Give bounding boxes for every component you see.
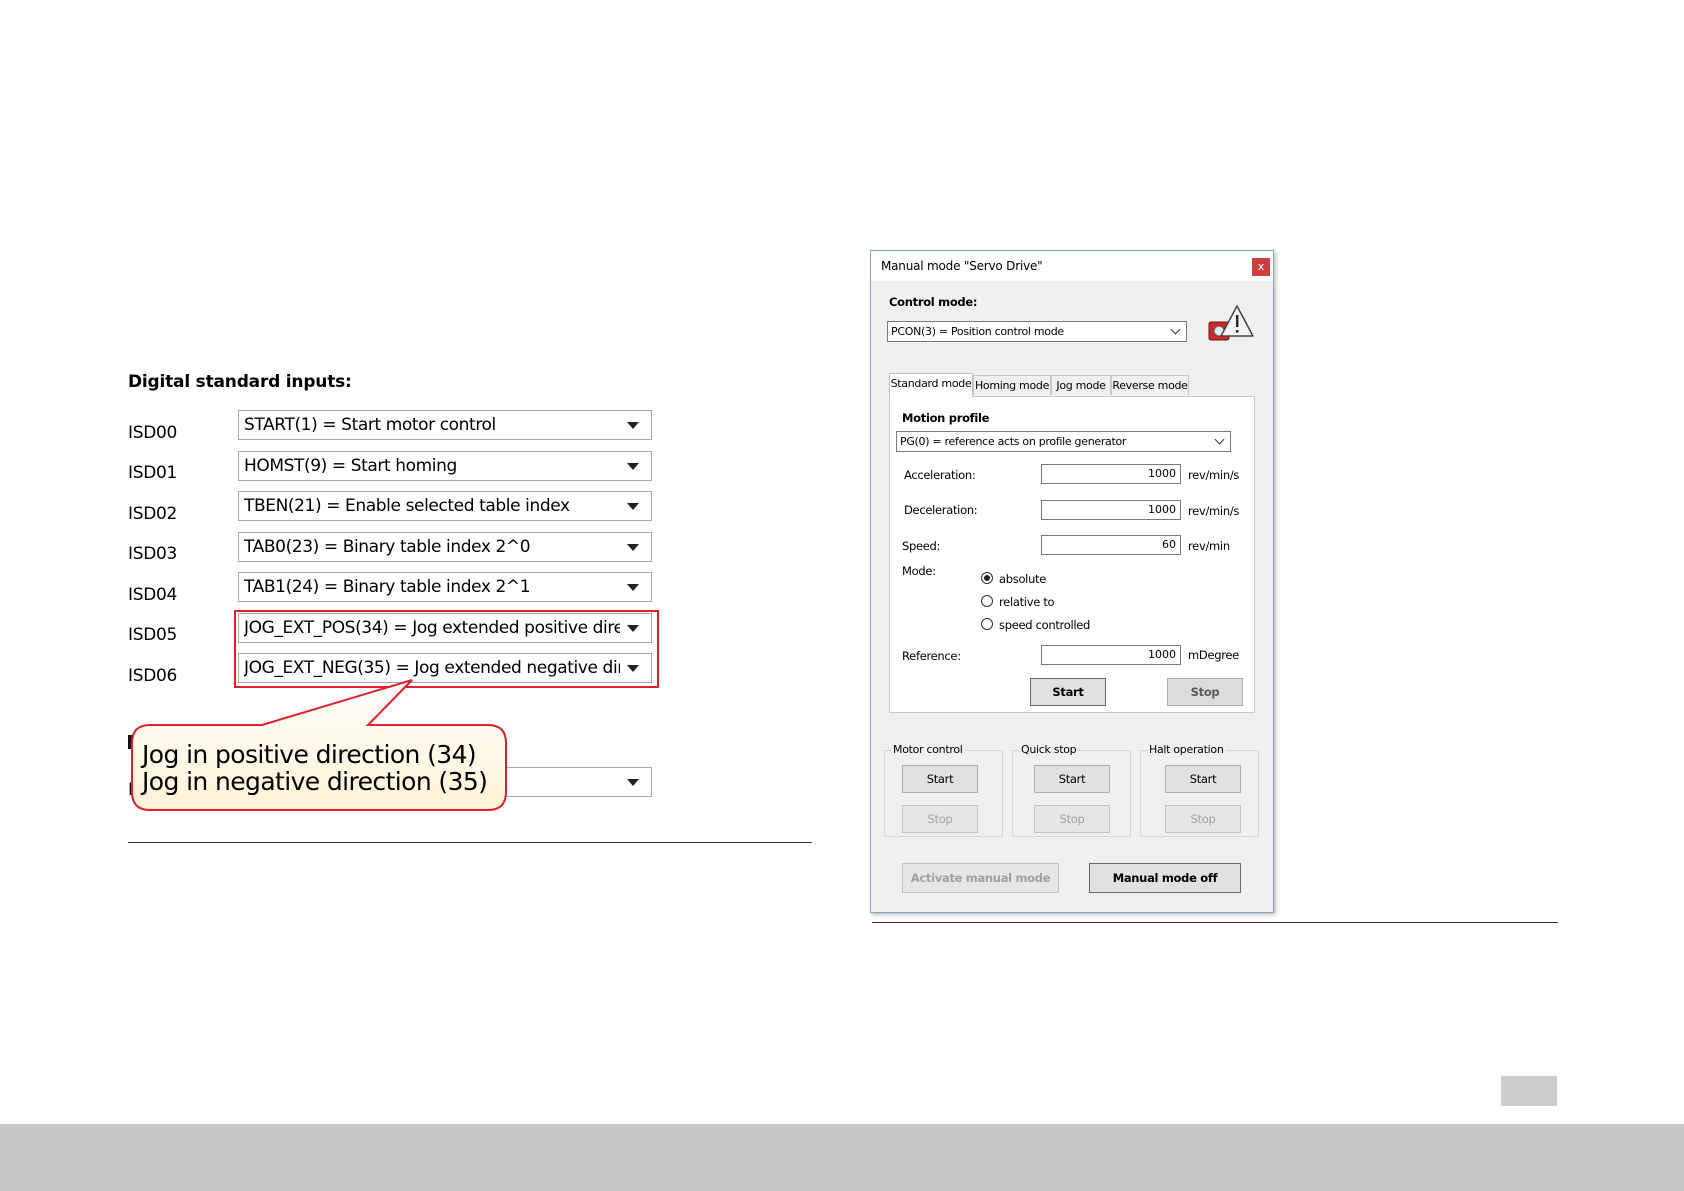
quick-stop-start-button[interactable]: Start [1034, 765, 1110, 793]
tab-reverse-mode[interactable]: Reverse mode [1111, 375, 1189, 395]
input-label-isd04: ISD04 [128, 585, 178, 605]
chevron-down-icon[interactable] [1170, 324, 1181, 335]
control-mode-label: Control mode: [889, 295, 978, 309]
halt-operation-stop-button[interactable]: Stop [1165, 805, 1241, 833]
control-mode-value: PCON(3) = Position control mode [891, 325, 1064, 338]
dropdown-arrow-icon[interactable] [627, 584, 639, 591]
input-label-isd02: ISD02 [128, 504, 178, 524]
radio-speed-controlled-label: speed controlled [999, 618, 1091, 632]
halt-operation-group: Halt operation Start Stop [1140, 743, 1259, 837]
quick-stop-stop-button[interactable]: Stop [1034, 805, 1110, 833]
acceleration-unit: rev/min/s [1188, 468, 1240, 482]
motion-profile-value: PG(0) = reference acts on profile genera… [900, 435, 1127, 448]
obscured-input-label: E [128, 780, 139, 800]
motion-profile-label: Motion profile [902, 411, 990, 425]
close-icon[interactable]: x [1252, 258, 1270, 276]
speed-field[interactable]: 60 [1041, 535, 1181, 555]
callout-line-negative: Jog in negative direction (35) [142, 767, 488, 796]
input-combo-value: HOMST(9) = Start homing [244, 456, 457, 476]
input-label-isd00: ISD00 [128, 423, 178, 443]
dropdown-arrow-icon[interactable] [627, 779, 639, 786]
input-combo-value: TBEN(21) = Enable selected table index [244, 496, 570, 516]
dialog-titlebar: Manual mode "Servo Drive" x [871, 251, 1273, 281]
speed-label: Speed: [902, 539, 941, 553]
quick-stop-group: Quick stop Start Stop [1012, 743, 1131, 837]
input-combo-value: TAB1(24) = Binary table index 2^1 [244, 577, 531, 597]
tab-homing-mode[interactable]: Homing mode [973, 375, 1051, 395]
input-combo-isd02[interactable]: TBEN(21) = Enable selected table index [238, 491, 652, 521]
dialog-title: Manual mode "Servo Drive" [881, 259, 1043, 273]
input-combo-value: START(1) = Start motor control [244, 415, 496, 435]
motion-profile-select[interactable]: PG(0) = reference acts on profile genera… [896, 431, 1231, 452]
start-button[interactable]: Start [1030, 678, 1106, 706]
motor-control-stop-button[interactable]: Stop [902, 805, 978, 833]
page-number-box [1501, 1076, 1557, 1106]
motor-control-start-button[interactable]: Start [902, 765, 978, 793]
control-mode-select[interactable]: PCON(3) = Position control mode [887, 321, 1187, 342]
manual-mode-dialog: Manual mode "Servo Drive" x Control mode… [870, 250, 1274, 913]
activate-manual-mode-button[interactable]: Activate manual mode [902, 863, 1059, 893]
input-combo-isd00[interactable]: START(1) = Start motor control [238, 410, 652, 440]
obscured-heading-fragment [128, 735, 134, 749]
chevron-down-icon[interactable] [1214, 434, 1225, 445]
input-combo-isd03[interactable]: TAB0(23) = Binary table index 2^0 [238, 532, 652, 562]
deceleration-label: Deceleration: [904, 503, 978, 517]
radio-relative-label: relative to [999, 595, 1055, 609]
reference-label: Reference: [902, 649, 961, 663]
tab-standard-mode[interactable]: Standard mode [889, 373, 973, 397]
dropdown-arrow-icon[interactable] [627, 544, 639, 551]
acceleration-field[interactable]: 1000 [1041, 464, 1181, 484]
footer-band [0, 1124, 1684, 1191]
halt-operation-label: Halt operation [1147, 743, 1226, 756]
deceleration-field[interactable]: 1000 [1041, 500, 1181, 520]
input-combo-isd04[interactable]: TAB1(24) = Binary table index 2^1 [238, 572, 652, 602]
stop-button[interactable]: Stop [1167, 678, 1243, 706]
input-label-isd05: ISD05 [128, 625, 178, 645]
input-label-isd06: ISD06 [128, 666, 178, 686]
acceleration-label: Acceleration: [904, 468, 976, 482]
radio-absolute[interactable] [981, 572, 993, 584]
radio-relative[interactable] [981, 595, 993, 607]
reference-unit: mDegree [1188, 648, 1239, 662]
mode-label: Mode: [902, 564, 936, 578]
tab-jog-mode[interactable]: Jog mode [1051, 375, 1111, 395]
motor-control-group: Motor control Start Stop [884, 743, 1003, 837]
divider [128, 842, 812, 843]
dropdown-arrow-icon[interactable] [627, 463, 639, 470]
input-combo-isd01[interactable]: HOMST(9) = Start homing [238, 451, 652, 481]
reference-field[interactable]: 1000 [1041, 645, 1181, 665]
input-label-isd03: ISD03 [128, 544, 178, 564]
halt-operation-start-button[interactable]: Start [1165, 765, 1241, 793]
dropdown-arrow-icon[interactable] [627, 503, 639, 510]
input-label-isd01: ISD01 [128, 463, 178, 483]
speed-unit: rev/min [1188, 539, 1230, 553]
dropdown-arrow-icon[interactable] [627, 422, 639, 429]
digital-inputs-title: Digital standard inputs: [128, 372, 352, 392]
callout-line-positive: Jog in positive direction (34) [142, 740, 477, 769]
highlight-frame [234, 610, 659, 688]
manual-mode-off-button[interactable]: Manual mode off [1089, 863, 1241, 893]
warning-motor-icon [1208, 305, 1254, 341]
divider [872, 922, 1558, 923]
radio-absolute-label: absolute [999, 572, 1047, 586]
radio-speed-controlled[interactable] [981, 618, 993, 630]
input-combo-value: TAB0(23) = Binary table index 2^0 [244, 537, 531, 557]
motor-control-label: Motor control [891, 743, 965, 756]
deceleration-unit: rev/min/s [1188, 504, 1240, 518]
quick-stop-label: Quick stop [1019, 743, 1079, 756]
